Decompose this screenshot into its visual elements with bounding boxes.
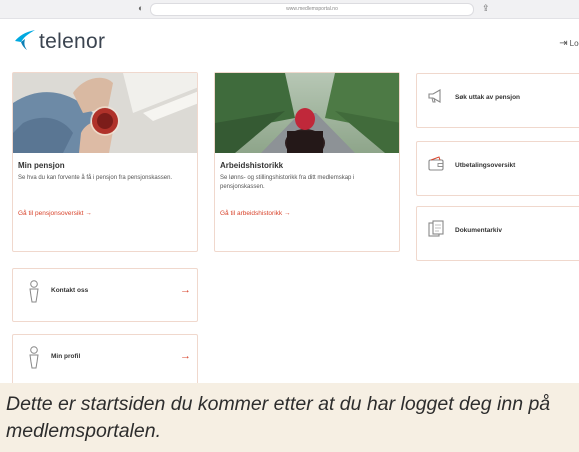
- my-profile-card[interactable]: Min profil →: [12, 334, 198, 383]
- pension-overview-link[interactable]: Gå til pensjonsoversikt →: [18, 210, 92, 217]
- telenor-logo-icon[interactable]: [13, 29, 37, 56]
- payout-overview-label: Utbetalingsoversikt: [455, 162, 516, 169]
- caption-text: Dette er startsiden du kommer etter at d…: [6, 393, 551, 442]
- pension-card-description: Se hva du kan forvente å få i pensjon fr…: [18, 175, 173, 181]
- logout-label: Log: [569, 39, 579, 48]
- browser-screen: ◐ www.medlemsportal.no ⇪ telenor ⇥Log: [0, 0, 579, 383]
- logout-icon: ⇥: [559, 38, 568, 49]
- work-history-photo: [215, 73, 399, 153]
- shield-icon[interactable]: ◐: [138, 3, 143, 13]
- person-icon: [27, 279, 41, 303]
- pension-card-title: Min pensjon: [18, 161, 65, 170]
- arrow-right-icon: →: [180, 350, 191, 362]
- wallet-icon: [427, 155, 445, 173]
- megaphone-icon: [427, 87, 445, 105]
- address-bar[interactable]: www.medlemsportal.no: [150, 3, 474, 16]
- pension-card[interactable]: Min pensjon Se hva du kan forvente å få …: [12, 72, 198, 252]
- apply-pension-card[interactable]: Søk uttak av pensjon: [416, 73, 579, 128]
- work-history-card[interactable]: Arbeidshistorikk Se lønns- og stillingsh…: [214, 72, 400, 252]
- work-history-link[interactable]: Gå til arbeidshistorikk →: [220, 210, 290, 217]
- work-history-card-description: Se lønns- og stillingshistorikk fra ditt…: [220, 175, 355, 190]
- contact-us-card[interactable]: Kontakt oss →: [12, 268, 198, 322]
- my-profile-label: Min profil: [51, 353, 81, 360]
- arrow-right-icon: →: [180, 284, 191, 296]
- apply-pension-label: Søk uttak av pensjon: [455, 94, 521, 101]
- pension-photo: [13, 73, 197, 153]
- document-archive-card[interactable]: Dokumentarkiv: [416, 206, 579, 261]
- contact-us-label: Kontakt oss: [51, 287, 89, 294]
- document-archive-label: Dokumentarkiv: [455, 227, 502, 234]
- logout-button[interactable]: ⇥Log: [559, 38, 579, 49]
- brand-name: telenor: [39, 30, 106, 53]
- share-icon[interactable]: ⇪: [482, 3, 490, 14]
- browser-toolbar: ◐ www.medlemsportal.no ⇪: [0, 0, 579, 19]
- work-history-card-title: Arbeidshistorikk: [220, 161, 284, 170]
- payout-overview-card[interactable]: Utbetalingsoversikt: [416, 141, 579, 196]
- documents-icon: [427, 220, 445, 238]
- person-icon: [27, 345, 41, 369]
